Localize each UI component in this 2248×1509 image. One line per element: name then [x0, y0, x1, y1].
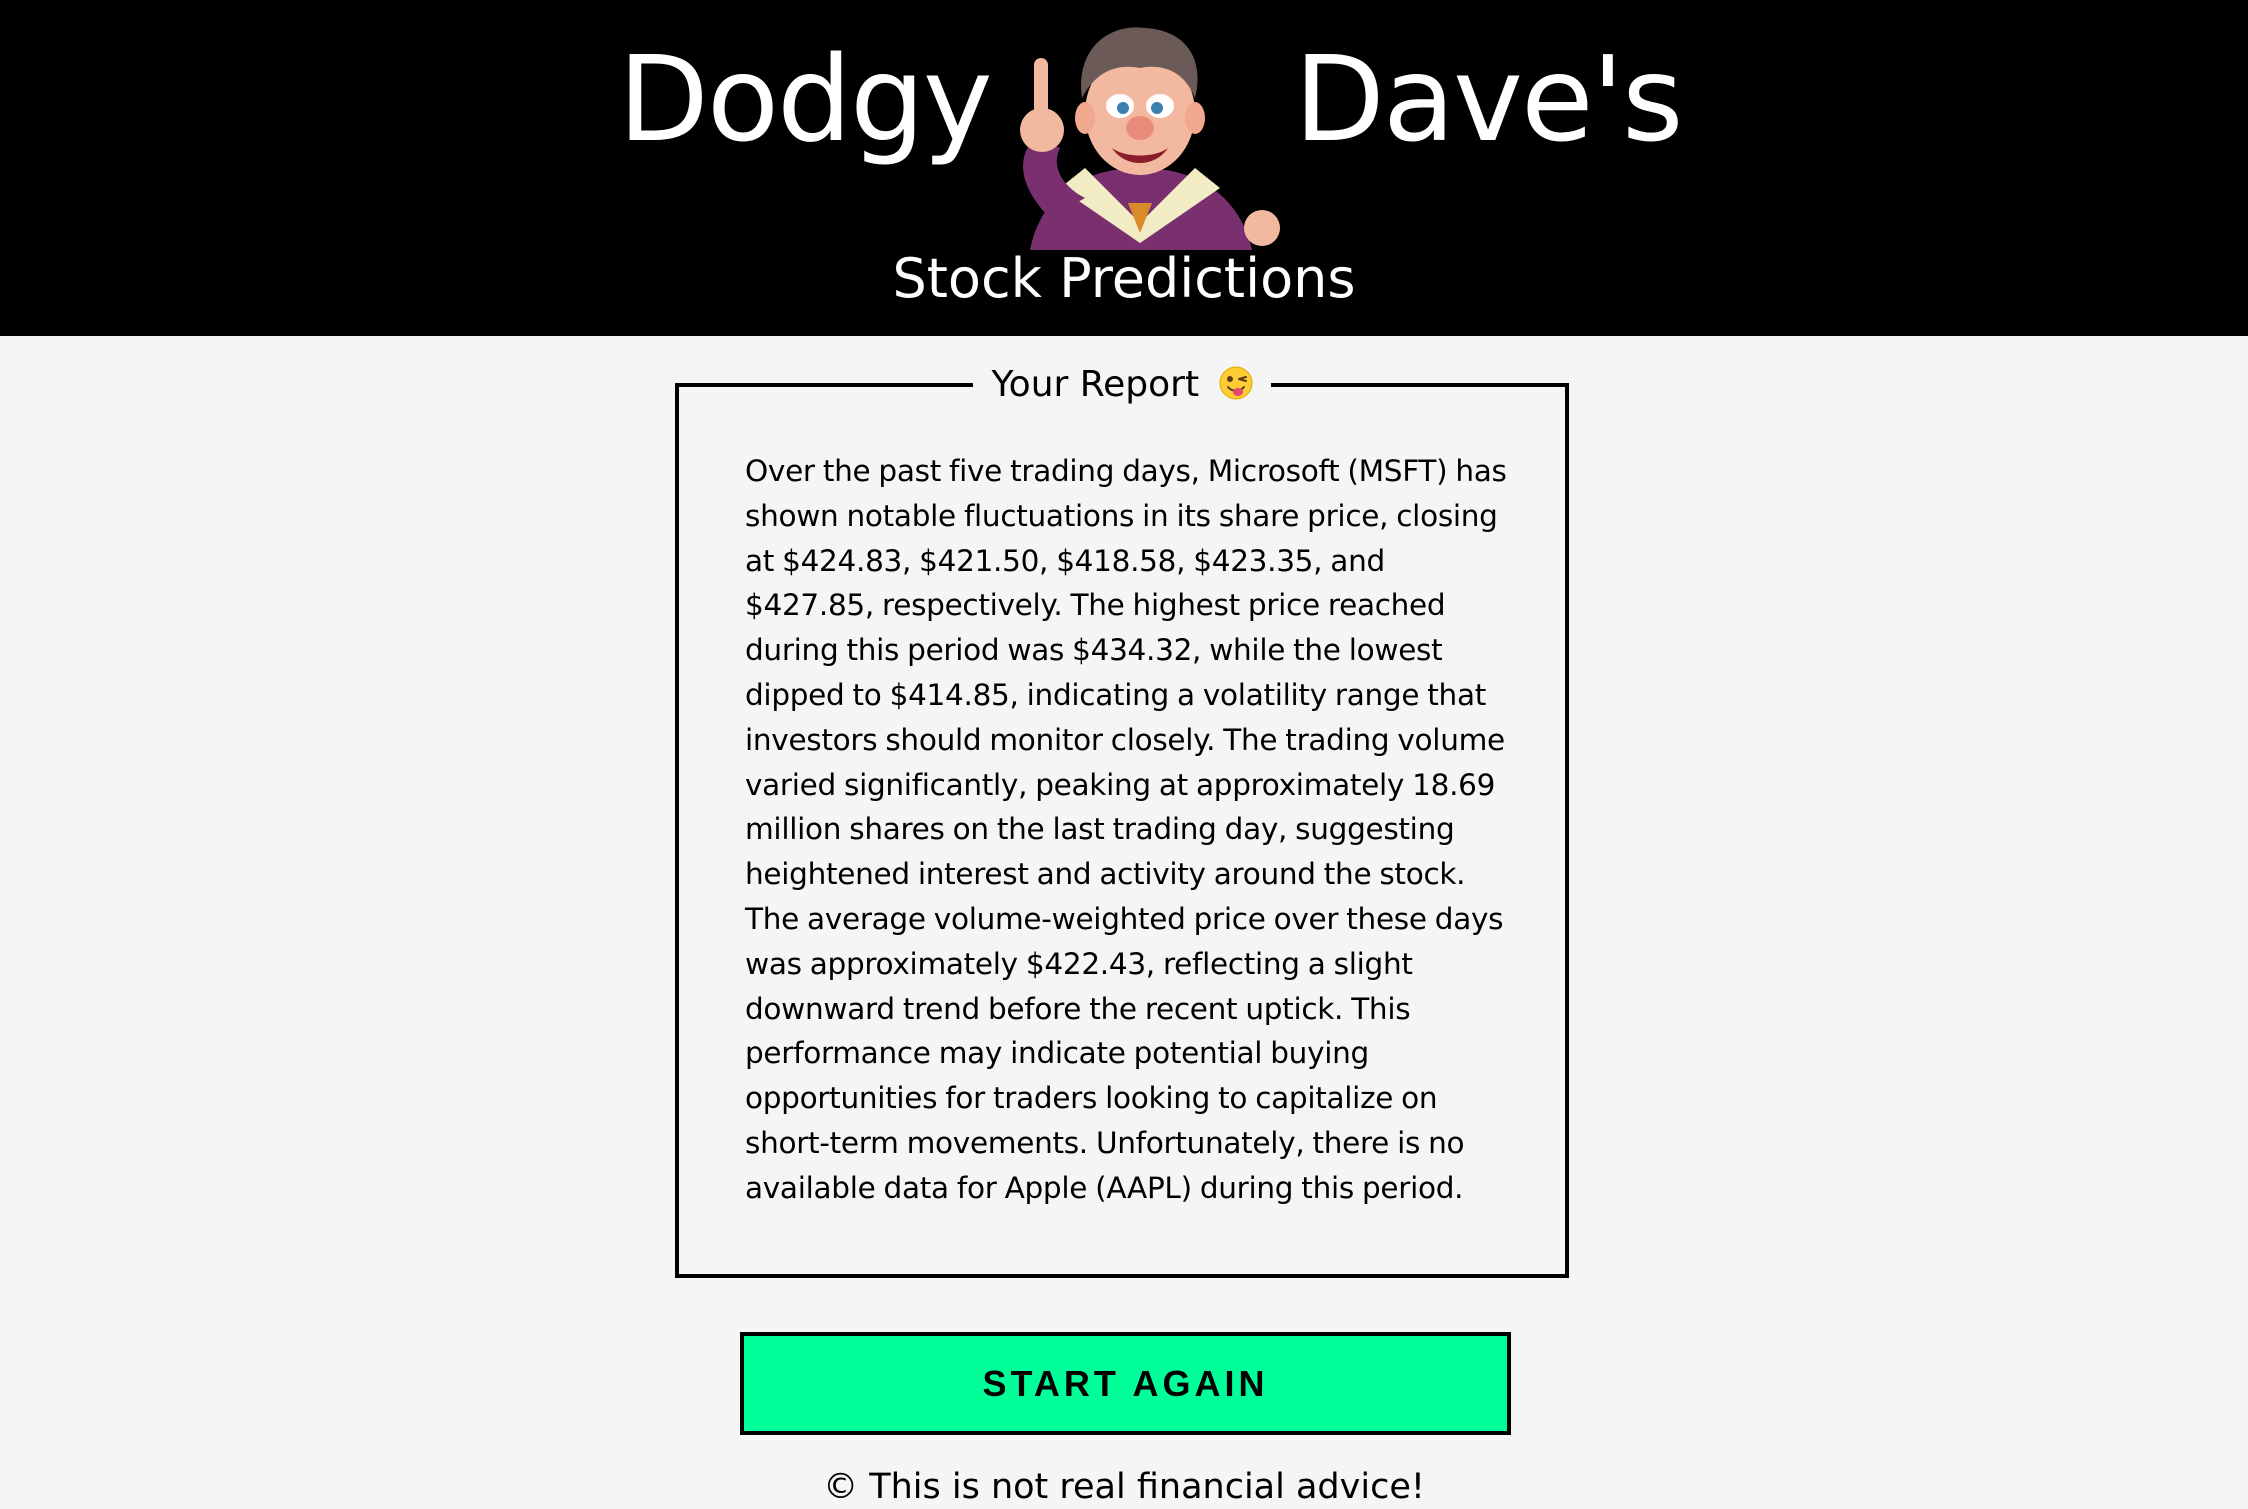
report-text: Over the past five trading days, Microso…	[745, 454, 1507, 1205]
report-panel: Your Report Over the past five trading d…	[675, 359, 1569, 1278]
brand-name-right: Dave's	[1294, 30, 1684, 168]
disclaimer-footer: © This is not real financial advice!	[823, 1467, 1425, 1507]
start-again-button[interactable]: START AGAIN	[740, 1332, 1511, 1435]
site-header: Dodgy Dave's Stock Predictions	[0, 0, 2248, 336]
report-title: Your Report	[991, 364, 1200, 405]
mascot-logo-icon	[1020, 27, 1280, 250]
report-legend: Your Report	[679, 359, 1565, 411]
brand-name-left: Dodgy	[618, 30, 993, 168]
winking-face-with-tongue-icon	[1219, 366, 1253, 400]
site-subtitle: Stock Predictions	[892, 247, 1356, 310]
